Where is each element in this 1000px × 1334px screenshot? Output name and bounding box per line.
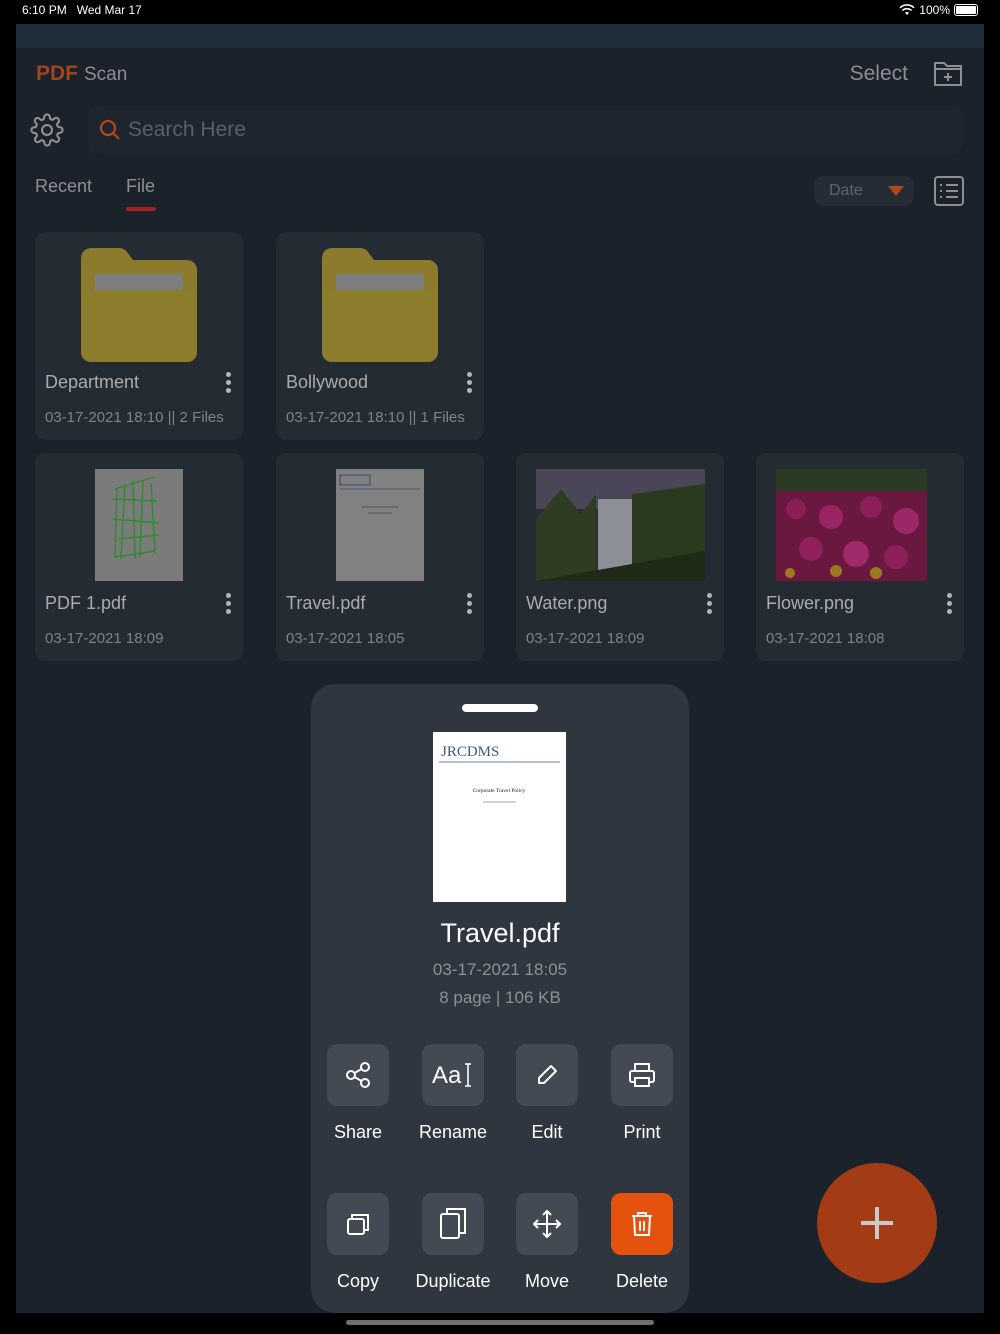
- copy-label: Copy: [336, 1271, 380, 1291]
- status-bar: 6:10 PM Wed Mar 17 100%: [0, 0, 1000, 22]
- app-logo: PDF Scan: [36, 62, 127, 86]
- move-label: Move: [524, 1271, 569, 1291]
- file-name: PDF 1.pdf: [45, 593, 127, 613]
- folder-card[interactable]: Bollywood 03-17-2021 18:10 || 1 Files: [276, 232, 484, 440]
- tab-recent[interactable]: Recent: [35, 176, 92, 197]
- plus-icon: [861, 1207, 893, 1239]
- tab-file[interactable]: File: [126, 176, 155, 197]
- file-name: Travel.pdf: [286, 593, 366, 613]
- home-indicator[interactable]: [346, 1320, 654, 1325]
- status-date: Wed Mar 17: [76, 3, 142, 17]
- rename-label: Rename: [418, 1122, 488, 1142]
- sheet-drag-handle[interactable]: [462, 704, 538, 712]
- search-input[interactable]: Search Here: [128, 118, 246, 142]
- waterfall-image-thumbnail: [536, 469, 705, 581]
- logo-scan: Scan: [84, 64, 128, 85]
- file-meta: 03-17-2021 18:08: [766, 630, 885, 647]
- caret-down-icon: [888, 186, 904, 196]
- file-card[interactable]: PDF 1.pdf 03-17-2021 18:09: [35, 453, 243, 661]
- select-button[interactable]: Select: [850, 62, 908, 86]
- file-card[interactable]: Flower.png 03-17-2021 18:08: [756, 453, 964, 661]
- copy-button[interactable]: Copy: [313, 1193, 403, 1292]
- logo-pdf: PDF: [36, 62, 78, 85]
- folder-name: Bollywood: [286, 372, 369, 392]
- wifi-icon: [899, 4, 915, 15]
- delete-label: Delete: [615, 1271, 669, 1291]
- search-bar[interactable]: Search Here: [88, 106, 962, 154]
- edit-button[interactable]: Edit: [502, 1044, 592, 1143]
- preview-logo: JRCDMS: [441, 744, 499, 760]
- more-options-icon[interactable]: [223, 372, 233, 396]
- trash-icon: [632, 1212, 652, 1236]
- file-name: Flower.png: [766, 593, 855, 613]
- print-button[interactable]: Print: [597, 1044, 687, 1143]
- sheet-file-date: 03-17-2021 18:05: [432, 960, 568, 979]
- edit-label: Edit: [531, 1122, 563, 1142]
- edit-button-tile[interactable]: [516, 1044, 578, 1106]
- flower-image-thumbnail: [776, 469, 927, 581]
- move-button[interactable]: Move: [502, 1193, 592, 1292]
- status-time: 6:10 PM Wed Mar 17: [22, 3, 142, 17]
- duplicate-label: Duplicate: [415, 1271, 491, 1291]
- list-view-icon[interactable]: [932, 174, 966, 208]
- sort-label: Date: [829, 182, 863, 199]
- pdf-thumbnail: [336, 469, 424, 581]
- print-label: Print: [623, 1122, 661, 1142]
- pdf-thumbnail: [95, 469, 183, 581]
- more-options-icon[interactable]: [464, 372, 474, 396]
- file-meta: 03-17-2021 18:09: [45, 630, 164, 647]
- duplicate-button[interactable]: Duplicate: [408, 1193, 498, 1292]
- share-icon: [346, 1062, 370, 1088]
- more-options-icon[interactable]: [464, 593, 474, 617]
- duplicate-icon: [440, 1208, 466, 1239]
- delete-button[interactable]: Delete: [597, 1193, 687, 1292]
- file-card[interactable]: Water.png 03-17-2021 18:09: [516, 453, 724, 661]
- print-button-tile[interactable]: [611, 1044, 673, 1106]
- folder-name: Department: [45, 372, 140, 392]
- more-options-icon[interactable]: [223, 593, 233, 617]
- battery-percent: 100%: [919, 3, 950, 17]
- rename-button-tile[interactable]: Aa: [422, 1044, 484, 1106]
- copy-icon: [347, 1214, 369, 1235]
- folder-card[interactable]: Department 03-17-2021 18:10 || 2 Files: [35, 232, 243, 440]
- file-actions-sheet: JRCDMS Corporate Travel Policy Travel.pd…: [311, 684, 689, 1313]
- share-button-tile[interactable]: [327, 1044, 389, 1106]
- more-options-icon[interactable]: [944, 593, 954, 617]
- file-name: Water.png: [526, 593, 608, 613]
- sheet-file-info: 8 page | 106 KB: [439, 988, 561, 1007]
- move-button-tile[interactable]: [516, 1193, 578, 1255]
- settings-gear-icon[interactable]: [30, 113, 64, 147]
- top-strip: [16, 24, 984, 48]
- printer-icon: [629, 1063, 655, 1087]
- pencil-icon: [538, 1065, 557, 1084]
- active-tab-indicator: [126, 207, 156, 211]
- file-meta: 03-17-2021 18:05: [286, 630, 405, 647]
- search-icon: [99, 119, 120, 140]
- app-window: PDF Scan Select Search Here Recent File D…: [16, 24, 984, 1313]
- preview-heading: Corporate Travel Policy: [473, 788, 526, 794]
- more-options-icon[interactable]: [704, 593, 714, 617]
- sort-dropdown[interactable]: Date: [814, 176, 914, 206]
- document-preview: JRCDMS Corporate Travel Policy: [433, 732, 566, 902]
- new-folder-icon[interactable]: [932, 57, 964, 89]
- add-fab-button[interactable]: [817, 1163, 937, 1283]
- file-card[interactable]: Travel.pdf 03-17-2021 18:05: [276, 453, 484, 661]
- folder-meta: 03-17-2021 18:10 || 1 Files: [286, 409, 465, 426]
- folder-meta: 03-17-2021 18:10 || 2 Files: [45, 409, 224, 426]
- status-right: 100%: [899, 3, 978, 17]
- copy-button-tile[interactable]: [327, 1193, 389, 1255]
- folder-icon: [81, 248, 197, 362]
- duplicate-button-tile[interactable]: [422, 1193, 484, 1255]
- battery-icon: [954, 4, 978, 16]
- move-icon: [532, 1209, 562, 1239]
- svg-text:Aa: Aa: [432, 1062, 462, 1089]
- folder-icon: [322, 248, 438, 362]
- sheet-file-title: Travel.pdf: [440, 918, 560, 948]
- rename-button[interactable]: Aa Rename: [408, 1044, 498, 1143]
- share-button[interactable]: Share: [313, 1044, 403, 1143]
- file-meta: 03-17-2021 18:09: [526, 630, 645, 647]
- rename-icon: Aa: [432, 1062, 471, 1089]
- share-label: Share: [333, 1122, 383, 1142]
- delete-button-tile[interactable]: [611, 1193, 673, 1255]
